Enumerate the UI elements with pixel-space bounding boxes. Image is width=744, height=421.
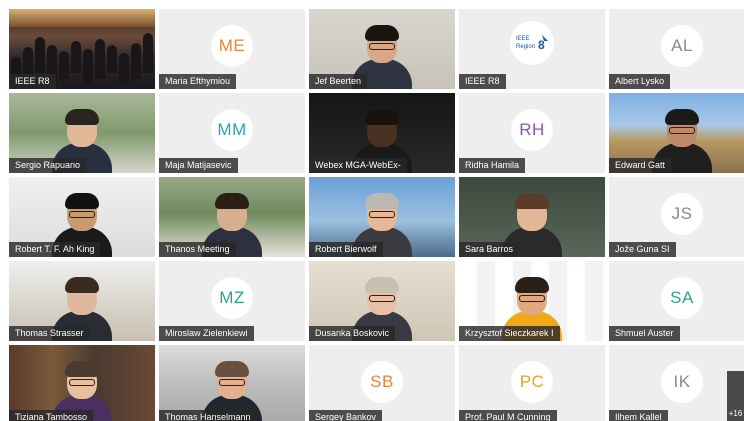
participant-tile-ridha-hamila[interactable]: RH Ridha Hamila (459, 93, 605, 173)
participant-avatar: RH (511, 108, 553, 151)
participant-tile-thomas-hanselmann[interactable]: Thomas Hanselmann (159, 345, 305, 421)
hall-ceiling (9, 9, 155, 27)
participant-name-label: Maja Matijasevic (159, 158, 238, 173)
participant-name-label: Maria Efthymiou (159, 74, 237, 89)
participant-tile-sergey-bankov[interactable]: SB Sergey Bankov (309, 345, 455, 421)
participant-tile-sara-barros[interactable]: Sara Barros (459, 177, 605, 257)
participant-tile-ieee-r8[interactable]: IEEE Region 8 IEEE R8 (459, 9, 605, 89)
participant-avatar: ME (211, 24, 253, 67)
participant-name-label: Sergey Bankov (309, 410, 383, 421)
participant-tile-tiziana-tambosso[interactable]: Tiziana Tambosso (9, 345, 155, 421)
participant-avatar: PC (511, 360, 553, 403)
participant-name-label: Jef Beerten (309, 74, 368, 89)
participant-name-label: Ridha Hamila (459, 158, 526, 173)
participant-name-label: Miroslaw Zielenkiewi (159, 326, 254, 341)
svg-text:Region: Region (516, 44, 535, 50)
participant-name-label: Sergio Rapuano (9, 158, 87, 173)
participant-name-label: IEEE R8 (9, 74, 56, 89)
participant-tile-ieee-r8[interactable]: IEEE R8 (9, 9, 155, 89)
participant-tile-edward-gatt[interactable]: Edward Gatt (609, 93, 744, 173)
participant-name-label: Ilhem Kallel (609, 410, 668, 421)
ieee-region8-logo-icon: IEEE Region 8 (510, 20, 554, 65)
crowd-figure (83, 49, 93, 85)
participant-tile-prof-paul-m-cunning[interactable]: PC Prof. Paul M Cunning (459, 345, 605, 421)
participant-tile-albert-lysko[interactable]: AL Albert Lysko (609, 9, 744, 89)
participant-avatar: SB (361, 360, 403, 403)
participant-tile-jo-e-guna-si[interactable]: JS Jože Guna SI (609, 177, 744, 257)
crowd-figure (95, 39, 105, 79)
participant-name-label: Edward Gatt (609, 158, 672, 173)
participant-name-label: Robert T. F. Ah King (9, 242, 101, 257)
participant-tile-maja-matijasevic[interactable]: MM Maja Matijasevic (159, 93, 305, 173)
participant-tile-robert-bierwolf[interactable]: Robert Bierwolf (309, 177, 455, 257)
participant-tile-thomas-strasser[interactable]: Thomas Strasser (9, 261, 155, 341)
participant-grid: IEEE R8 ME Maria Efthymiou Jef Beerten IEEE R… (9, 9, 744, 421)
participant-avatar: AL (661, 24, 703, 67)
crowd-figure (119, 53, 129, 85)
more-participants-button[interactable]: +16 (727, 371, 744, 421)
participant-avatar: MZ (211, 276, 253, 319)
svg-text:IEEE: IEEE (516, 36, 530, 42)
participant-tile-thanos-meeting[interactable]: Thanos Meeting (159, 177, 305, 257)
participant-name-label: Tiziana Tambosso (9, 410, 94, 421)
participant-tile-shmuel-auster[interactable]: SA Shmuel Auster (609, 261, 744, 341)
participant-tile-jef-beerten[interactable]: Jef Beerten (309, 9, 455, 89)
participant-tile-dusanka-boskovic[interactable]: Dusanka Boskovic (309, 261, 455, 341)
participant-tile-miroslaw-zielenkiewi[interactable]: MZ Miroslaw Zielenkiewi (159, 261, 305, 341)
crowd-figure (143, 33, 153, 73)
crowd-figure (71, 41, 81, 73)
participant-tile-maria-efthymiou[interactable]: ME Maria Efthymiou (159, 9, 305, 89)
participant-name-label: IEEE R8 (459, 74, 506, 89)
participant-name-label: Albert Lysko (609, 74, 671, 89)
crowd-figure (59, 51, 69, 79)
participant-tile-krzysztof-sieczkarek-i[interactable]: Krzysztof Sieczkarek I (459, 261, 605, 341)
participant-avatar: MM (211, 108, 253, 151)
participant-avatar: SA (661, 276, 703, 319)
participant-name-label: Webex MGA-WebEx- (309, 158, 407, 173)
participant-name-label: Thanos Meeting (159, 242, 236, 257)
crowd-figure (131, 43, 141, 79)
participant-tile-webex-mga-webex[interactable]: Webex MGA-WebEx- (309, 93, 455, 173)
crowd-figure (35, 37, 45, 73)
participant-name-label: Sara Barros (459, 242, 520, 257)
participant-name-label: Robert Bierwolf (309, 242, 383, 257)
participant-name-label: Krzysztof Sieczkarek I (459, 326, 560, 341)
participant-avatar: IK (661, 360, 703, 403)
participant-name-label: Thomas Hanselmann (159, 410, 257, 421)
participant-name-label: Jože Guna SI (609, 242, 676, 257)
participant-name-label: Prof. Paul M Cunning (459, 410, 557, 421)
participant-avatar: JS (661, 192, 703, 235)
participant-name-label: Shmuel Auster (609, 326, 680, 341)
participant-name-label: Thomas Strasser (9, 326, 90, 341)
participant-tile-sergio-rapuano[interactable]: Sergio Rapuano (9, 93, 155, 173)
participant-tile-ilhem-kallel[interactable]: IK Ilhem Kallel (609, 345, 744, 421)
participant-tile-robert-t-f-ah-king[interactable]: Robert T. F. Ah King (9, 177, 155, 257)
participant-name-label: Dusanka Boskovic (309, 326, 396, 341)
crowd-figure (107, 45, 117, 73)
more-participants-count: +16 (728, 409, 743, 418)
